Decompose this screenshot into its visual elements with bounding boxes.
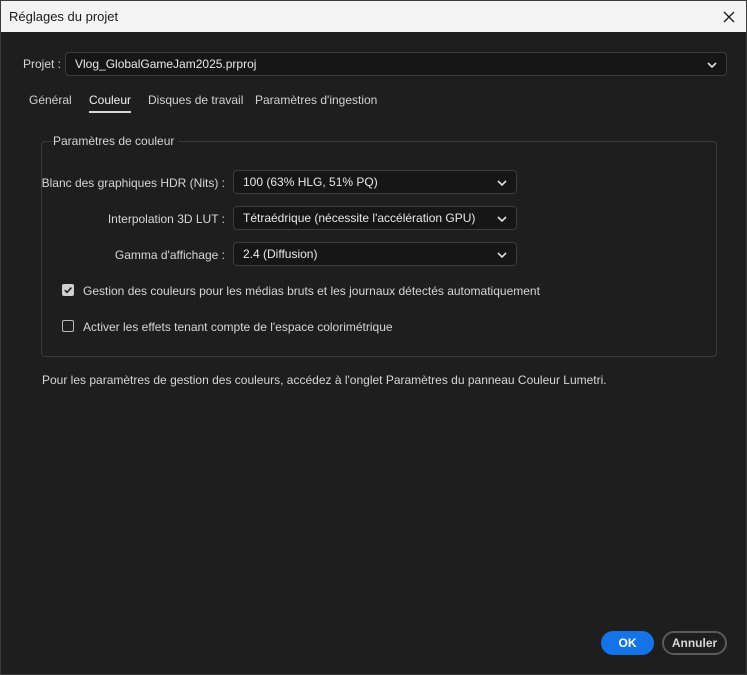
tab-ingest-settings[interactable]: Paramètres d'ingestion: [255, 93, 377, 107]
display-gamma-value: 2.4 (Diffusion): [243, 247, 318, 261]
hdr-white-label: Blanc des graphiques HDR (Nits) :: [41, 176, 225, 190]
checkmark-icon: [64, 287, 72, 294]
tab-color[interactable]: Couleur: [89, 93, 132, 113]
lut-interpolation-select[interactable]: Tétraédrique (nécessite l'accélération G…: [233, 206, 517, 230]
title-bar: Réglages du projet: [1, 1, 746, 32]
display-gamma-select[interactable]: 2.4 (Diffusion): [233, 242, 517, 266]
project-label: Projet :: [23, 57, 62, 71]
display-gamma-label: Gamma d'affichage :: [114, 248, 225, 262]
close-icon: [723, 11, 735, 22]
close-button[interactable]: [712, 1, 746, 32]
hdr-white-value: 100 (63% HLG, 51% PQ): [243, 175, 378, 189]
tab-general[interactable]: Général: [29, 93, 72, 107]
auto-color-management-checkbox[interactable]: [62, 284, 74, 296]
tab-scratch-disks[interactable]: Disques de travail: [148, 93, 243, 107]
chevron-down-icon: [497, 180, 507, 187]
color-space-effects-checkbox[interactable]: [62, 320, 74, 332]
lut-interpolation-value: Tétraédrique (nécessite l'accélération G…: [243, 211, 476, 225]
hdr-white-select[interactable]: 100 (63% HLG, 51% PQ): [233, 170, 517, 194]
lumetri-note: Pour les paramètres de gestion des coule…: [42, 373, 607, 387]
chevron-down-icon: [497, 216, 507, 223]
project-select-value: Vlog_GlobalGameJam2025.prproj: [75, 57, 257, 71]
dialog-title: Réglages du projet: [9, 9, 119, 24]
chevron-down-icon: [497, 252, 507, 259]
project-settings-dialog: Réglages du projet Projet : Vlog_GlobalG…: [0, 0, 747, 675]
auto-color-management-label: Gestion des couleurs pour les médias bru…: [83, 284, 540, 298]
lut-interpolation-label: Interpolation 3D LUT :: [107, 212, 225, 226]
project-select[interactable]: Vlog_GlobalGameJam2025.prproj: [65, 52, 727, 76]
chevron-down-icon: [707, 62, 717, 69]
group-title: Paramètres de couleur: [53, 134, 179, 148]
color-space-effects-label: Activer les effets tenant compte de l'es…: [83, 320, 393, 334]
cancel-button[interactable]: Annuler: [662, 631, 727, 655]
ok-button[interactable]: OK: [601, 631, 654, 655]
